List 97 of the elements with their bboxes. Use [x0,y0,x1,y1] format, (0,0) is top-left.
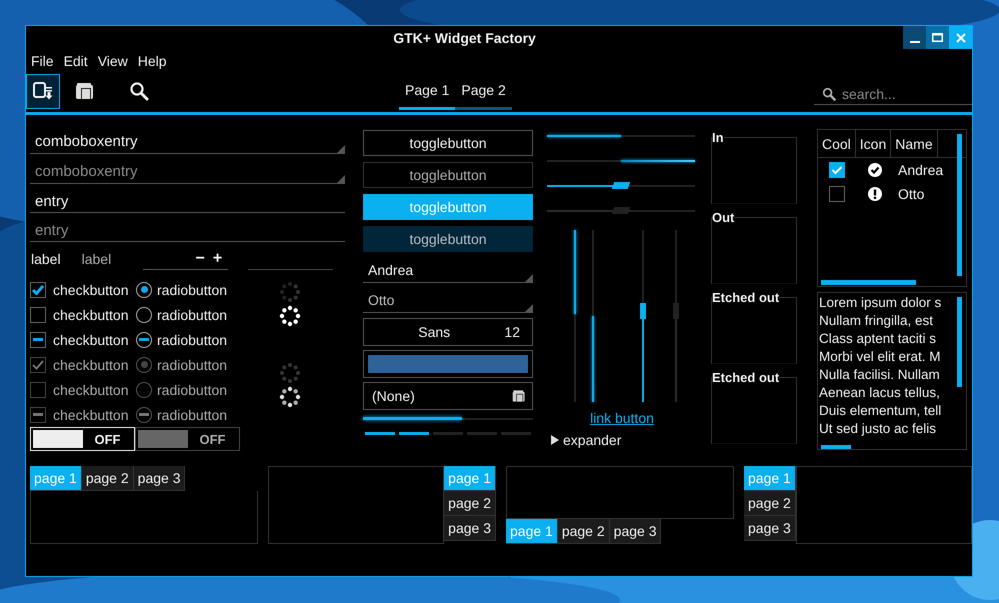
minimize-button[interactable] [903,26,926,49]
scrollbar[interactable] [957,134,962,276]
checkbox[interactable] [30,306,46,322]
triangle-icon [551,435,559,445]
decrement-button[interactable]: − [196,250,205,268]
checkbox-label: checkbutton [53,282,128,298]
toggle-button[interactable]: togglebutton [363,130,533,156]
frame-label: In [712,130,724,145]
search-icon [129,81,149,101]
text-line: Lorem ipsum dolor s [819,294,942,312]
notebook-tab[interactable]: page 3 [134,466,186,491]
dropdown-icon [525,304,533,312]
checkbox-label: checkbutton [53,406,128,422]
radio-label: radiobutton [157,282,228,298]
radio-dot-icon [140,286,148,293]
notebook-tab[interactable]: page 2 [444,491,496,516]
column-header[interactable]: Icon [856,130,892,157]
checkbox-label: checkbutton [53,332,128,348]
dash-icon [139,338,149,341]
text-line: Duis elementum, tell [819,402,942,420]
label-text: label [31,251,61,267]
link-button[interactable]: link button [590,410,654,426]
font-button[interactable]: Sans 12 [363,318,533,346]
minimize-icon [910,40,920,42]
dropdown-icon [525,274,533,282]
notebook-tab[interactable]: page 2 [82,466,134,491]
radio-button[interactable] [136,332,152,348]
checkbox-label: checkbutton [53,382,128,398]
switch[interactable]: OFF [30,427,135,451]
radio-label: radiobutton [157,332,228,348]
file-chooser-button[interactable]: (None) [363,382,533,410]
expander[interactable]: expander [547,429,622,451]
checkbox[interactable] [829,186,845,202]
radio-button[interactable] [136,306,152,322]
radio-button[interactable] [136,282,152,298]
radio-label: radiobutton [157,406,228,422]
maximize-icon [932,33,943,42]
notebook-tab[interactable]: page 2 [558,519,610,544]
window-title: GTK+ Widget Factory [392,29,537,48]
menu-item[interactable]: Help [132,53,172,69]
close-button[interactable] [949,26,972,49]
frame-label: Out [712,210,734,225]
check-circle-icon [868,163,882,177]
notebook-tab[interactable]: page 3 [610,519,662,544]
search-icon [822,86,836,100]
close-icon [956,32,966,42]
search-field[interactable]: search... [842,86,962,102]
radio-label: radiobutton [157,356,228,372]
color-button[interactable] [363,350,533,378]
column-header[interactable]: Cool [818,130,856,157]
label-text: label [82,251,112,267]
combo-box[interactable]: Andrea [363,258,533,283]
check-mark-icon [32,284,44,294]
checkbox[interactable] [829,162,845,178]
frame-label: Etched out [712,290,780,305]
column-header[interactable]: Name [891,130,938,157]
dash-icon [139,413,149,416]
table-cell-text: Andrea [897,162,944,178]
text-line: Aenean lacus tellus, [819,384,941,402]
menu-item[interactable]: Edit [58,53,93,69]
text-line: Class aptent taciti s [819,330,938,348]
text-line: Nulla facilisi. Nullam [819,366,941,384]
table-cell-text: Otto [897,186,924,202]
checkbox-label: checkbutton [53,356,128,372]
checkbox-label: checkbutton [53,306,128,322]
menu-item[interactable]: File [26,53,59,69]
slider-handle[interactable] [612,182,630,188]
slider-handle[interactable] [640,302,646,319]
checkbox[interactable] [30,332,46,348]
text-entry[interactable]: entry [30,190,345,213]
exclamation-icon [868,187,882,201]
toolbar-button[interactable] [26,74,60,108]
page-arrow-icon [32,80,54,102]
radio-label: radiobutton [157,382,228,398]
pages-icon [512,389,526,403]
frame-label: Etched out [712,370,780,385]
check-mark-icon [32,360,44,370]
combo-box-entry[interactable]: comboboxentry [30,130,345,153]
text-line: Ut sed justo ac felis [819,420,938,438]
notebook-tab[interactable]: page 3 [444,516,496,541]
checkbox[interactable] [30,282,46,298]
menu-item[interactable]: View [92,53,133,69]
text-line: Morbi vel elit erat. M [819,348,942,366]
radio-dot-icon [140,361,148,368]
maximize-button[interactable] [926,26,949,49]
notebook-tab[interactable]: page 3 [744,516,796,541]
scrollbar[interactable] [957,297,962,387]
spin-button[interactable]: − + [143,248,228,270]
pages-icon [75,81,95,101]
dash-icon [33,413,43,416]
increment-button[interactable]: + [212,250,222,268]
scrollbar[interactable] [821,445,851,449]
text-line: Nullam fringilla, est [819,312,934,330]
dash-icon [33,338,43,341]
radio-label: radiobutton [157,306,228,322]
scrollbar[interactable] [821,280,916,285]
notebook-tab[interactable]: page 2 [744,491,796,516]
